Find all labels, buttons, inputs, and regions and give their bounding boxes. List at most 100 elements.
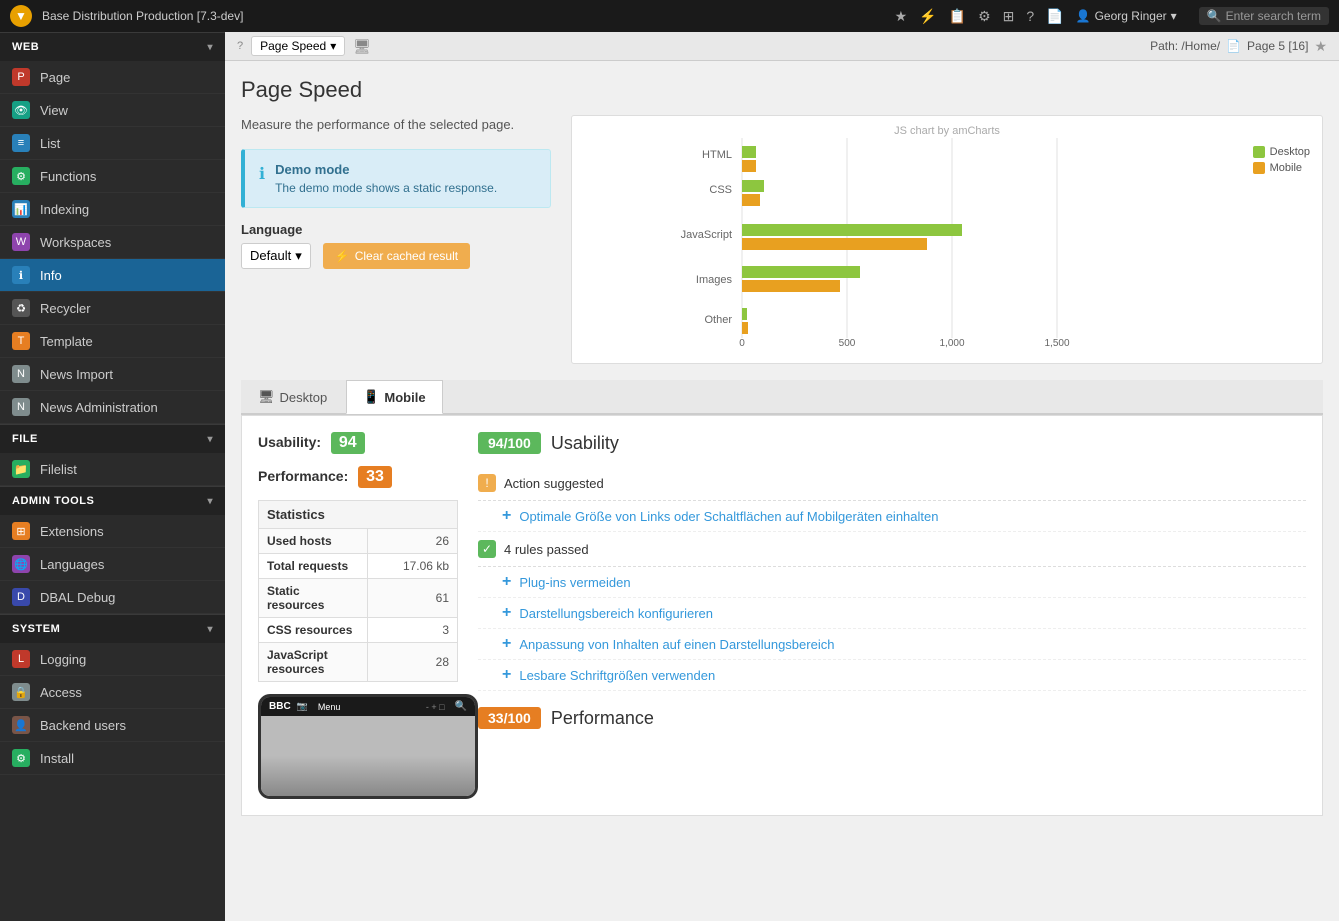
- suggestion-2[interactable]: + Darstellungsbereich konfigurieren: [478, 598, 1306, 629]
- pages-icon[interactable]: 📋: [949, 8, 966, 25]
- file-section-header[interactable]: FILE ▾: [0, 424, 225, 453]
- action-detail-1-text: Optimale Größe von Links oder Schaltfläc…: [519, 509, 938, 524]
- phone-body: [261, 716, 475, 796]
- performance-badge: 33: [358, 466, 392, 488]
- tabs-bar: 🖥 Desktop 📱 Mobile: [241, 380, 1323, 415]
- bookmark-icon[interactable]: ★: [895, 8, 908, 25]
- sidebar-item-info[interactable]: ℹ Info: [0, 259, 225, 292]
- web-section-label: WEB: [12, 41, 39, 53]
- search-box[interactable]: 🔍 Enter search term: [1199, 7, 1329, 25]
- sidebar-item-page[interactable]: P Page: [0, 61, 225, 94]
- news-admin-icon: N: [12, 398, 30, 416]
- tool-selected-label: Page Speed: [260, 39, 326, 53]
- page-speed-content: Page Speed Measure the performance of th…: [225, 61, 1339, 921]
- page-ref: Page 5 [16]: [1247, 39, 1308, 53]
- suggestion-1[interactable]: + Plug-ins vermeiden: [478, 567, 1306, 598]
- suggestion-3[interactable]: + Anpassung von Inhalten auf einen Darst…: [478, 629, 1306, 660]
- table-row: Total requests17.06 kb: [259, 554, 458, 579]
- phone-top-bar: BBC 📷 Menu - + □ 🔍: [261, 697, 475, 716]
- sidebar-item-functions[interactable]: ⚙ Functions: [0, 160, 225, 193]
- info-icon: ℹ: [12, 266, 30, 284]
- view-icon: 👁: [12, 101, 30, 119]
- tool-dropdown-arrow: ▾: [330, 39, 336, 53]
- plus-icon-5: +: [502, 666, 511, 684]
- sidebar-item-news-admin[interactable]: N News Administration: [0, 391, 225, 424]
- success-icon: ✓: [478, 540, 496, 558]
- language-select[interactable]: Default ▾: [241, 243, 311, 269]
- clear-cache-label: Clear cached result: [355, 249, 458, 263]
- sidebar-item-template-label: Template: [40, 334, 93, 349]
- flash-icon[interactable]: ⚡: [919, 8, 936, 25]
- tool-selector[interactable]: Page Speed ▾: [251, 36, 345, 56]
- sidebar-item-indexing-label: Indexing: [40, 202, 89, 217]
- plus-icon-2: +: [502, 573, 511, 591]
- sidebar-item-dbal[interactable]: D DBAL Debug: [0, 581, 225, 614]
- details-col: 94/100 Usability ! Action suggested + Op…: [478, 432, 1306, 799]
- sidebar-item-news-import-label: News Import: [40, 367, 113, 382]
- demo-mode-box: ℹ Demo mode The demo mode shows a static…: [241, 149, 551, 208]
- sidebar-item-view[interactable]: 👁 View: [0, 94, 225, 127]
- sidebar-item-access[interactable]: 🔒 Access: [0, 676, 225, 709]
- user-menu[interactable]: 👤 Georg Ringer ▾: [1076, 9, 1177, 23]
- sidebar-item-logging-label: Logging: [40, 652, 86, 667]
- description: Measure the performance of the selected …: [241, 115, 551, 135]
- web-section-arrow: ▾: [207, 42, 213, 53]
- tab-desktop[interactable]: 🖥 Desktop: [241, 380, 344, 413]
- statistics-table: Statistics Used hosts26Total requests17.…: [258, 500, 458, 682]
- notes-icon[interactable]: 📄: [1046, 8, 1063, 25]
- favorite-star[interactable]: ★: [1314, 38, 1327, 55]
- settings-icon[interactable]: ⚙: [978, 8, 991, 25]
- sidebar-item-extensions[interactable]: ⊞ Extensions: [0, 515, 225, 548]
- sidebar-item-languages[interactable]: 🌐 Languages: [0, 548, 225, 581]
- suggestion-4[interactable]: + Lesbare Schriftgrößen verwenden: [478, 660, 1306, 691]
- stat-label: Used hosts: [259, 529, 368, 554]
- dbal-icon: D: [12, 588, 30, 606]
- clear-cache-button[interactable]: ⚡ Clear cached result: [323, 243, 470, 269]
- sidebar-item-logging[interactable]: L Logging: [0, 643, 225, 676]
- page-icon-small: 📄: [1226, 39, 1241, 53]
- sidebar-item-backend-users[interactable]: 👤 Backend users: [0, 709, 225, 742]
- phone-frame: BBC 📷 Menu - + □ 🔍: [258, 694, 478, 799]
- sidebar-item-page-label: Page: [40, 70, 70, 85]
- stat-value: 61: [368, 579, 458, 618]
- svg-text:HTML: HTML: [702, 149, 732, 161]
- desktop-tab-icon: 🖥: [258, 389, 275, 405]
- list-icon: ≡: [12, 134, 30, 152]
- legend-mobile-label: Mobile: [1270, 162, 1302, 174]
- chart-legend: Desktop Mobile: [1253, 146, 1310, 174]
- grid-icon[interactable]: ⊞: [1003, 8, 1015, 25]
- stat-label: Total requests: [259, 554, 368, 579]
- sidebar-item-template[interactable]: T Template: [0, 325, 225, 358]
- tab-mobile[interactable]: 📱 Mobile: [346, 380, 442, 414]
- sidebar-item-indexing[interactable]: 📊 Indexing: [0, 193, 225, 226]
- path-text: Path: /Home/: [1150, 39, 1220, 53]
- language-arrow: ▾: [295, 248, 302, 264]
- rules-passed-row[interactable]: ✓ 4 rules passed: [478, 532, 1306, 567]
- system-section-header[interactable]: SYSTEM ▾: [0, 614, 225, 643]
- phone-search: 🔍: [455, 701, 467, 712]
- sidebar-item-news-import[interactable]: N News Import: [0, 358, 225, 391]
- suggestion-1-text: Plug-ins vermeiden: [519, 575, 630, 590]
- sidebar-item-dbal-label: DBAL Debug: [40, 590, 115, 605]
- sidebar-item-filelist[interactable]: 📁 Filelist: [0, 453, 225, 486]
- sidebar-item-backend-users-label: Backend users: [40, 718, 126, 733]
- demo-mode-title: Demo mode: [275, 162, 497, 177]
- search-placeholder: Enter search term: [1226, 9, 1321, 23]
- language-section: Language Default ▾ ⚡ Clear cached result: [241, 222, 551, 269]
- help-icon[interactable]: ?: [1026, 8, 1034, 24]
- path-right: Path: /Home/ 📄 Page 5 [16] ★: [1150, 38, 1327, 55]
- usability-chip: 94/100: [478, 432, 541, 454]
- sidebar-item-recycler[interactable]: ♻ Recycler: [0, 292, 225, 325]
- sidebar-item-workspaces[interactable]: W Workspaces: [0, 226, 225, 259]
- sidebar-item-install[interactable]: ⚙ Install: [0, 742, 225, 775]
- web-section-header[interactable]: WEB ▾: [0, 32, 225, 61]
- action-suggested-row[interactable]: ! Action suggested: [478, 466, 1306, 501]
- admin-section-header[interactable]: ADMIN TOOLS ▾: [0, 486, 225, 515]
- logging-icon: L: [12, 650, 30, 668]
- path-question[interactable]: ?: [237, 40, 243, 52]
- sidebar-item-list[interactable]: ≡ List: [0, 127, 225, 160]
- legend-desktop-label: Desktop: [1270, 146, 1310, 158]
- stat-label: Static resources: [259, 579, 368, 618]
- plus-icon-1: +: [502, 507, 511, 525]
- action-detail-1[interactable]: + Optimale Größe von Links oder Schaltfl…: [478, 501, 1306, 532]
